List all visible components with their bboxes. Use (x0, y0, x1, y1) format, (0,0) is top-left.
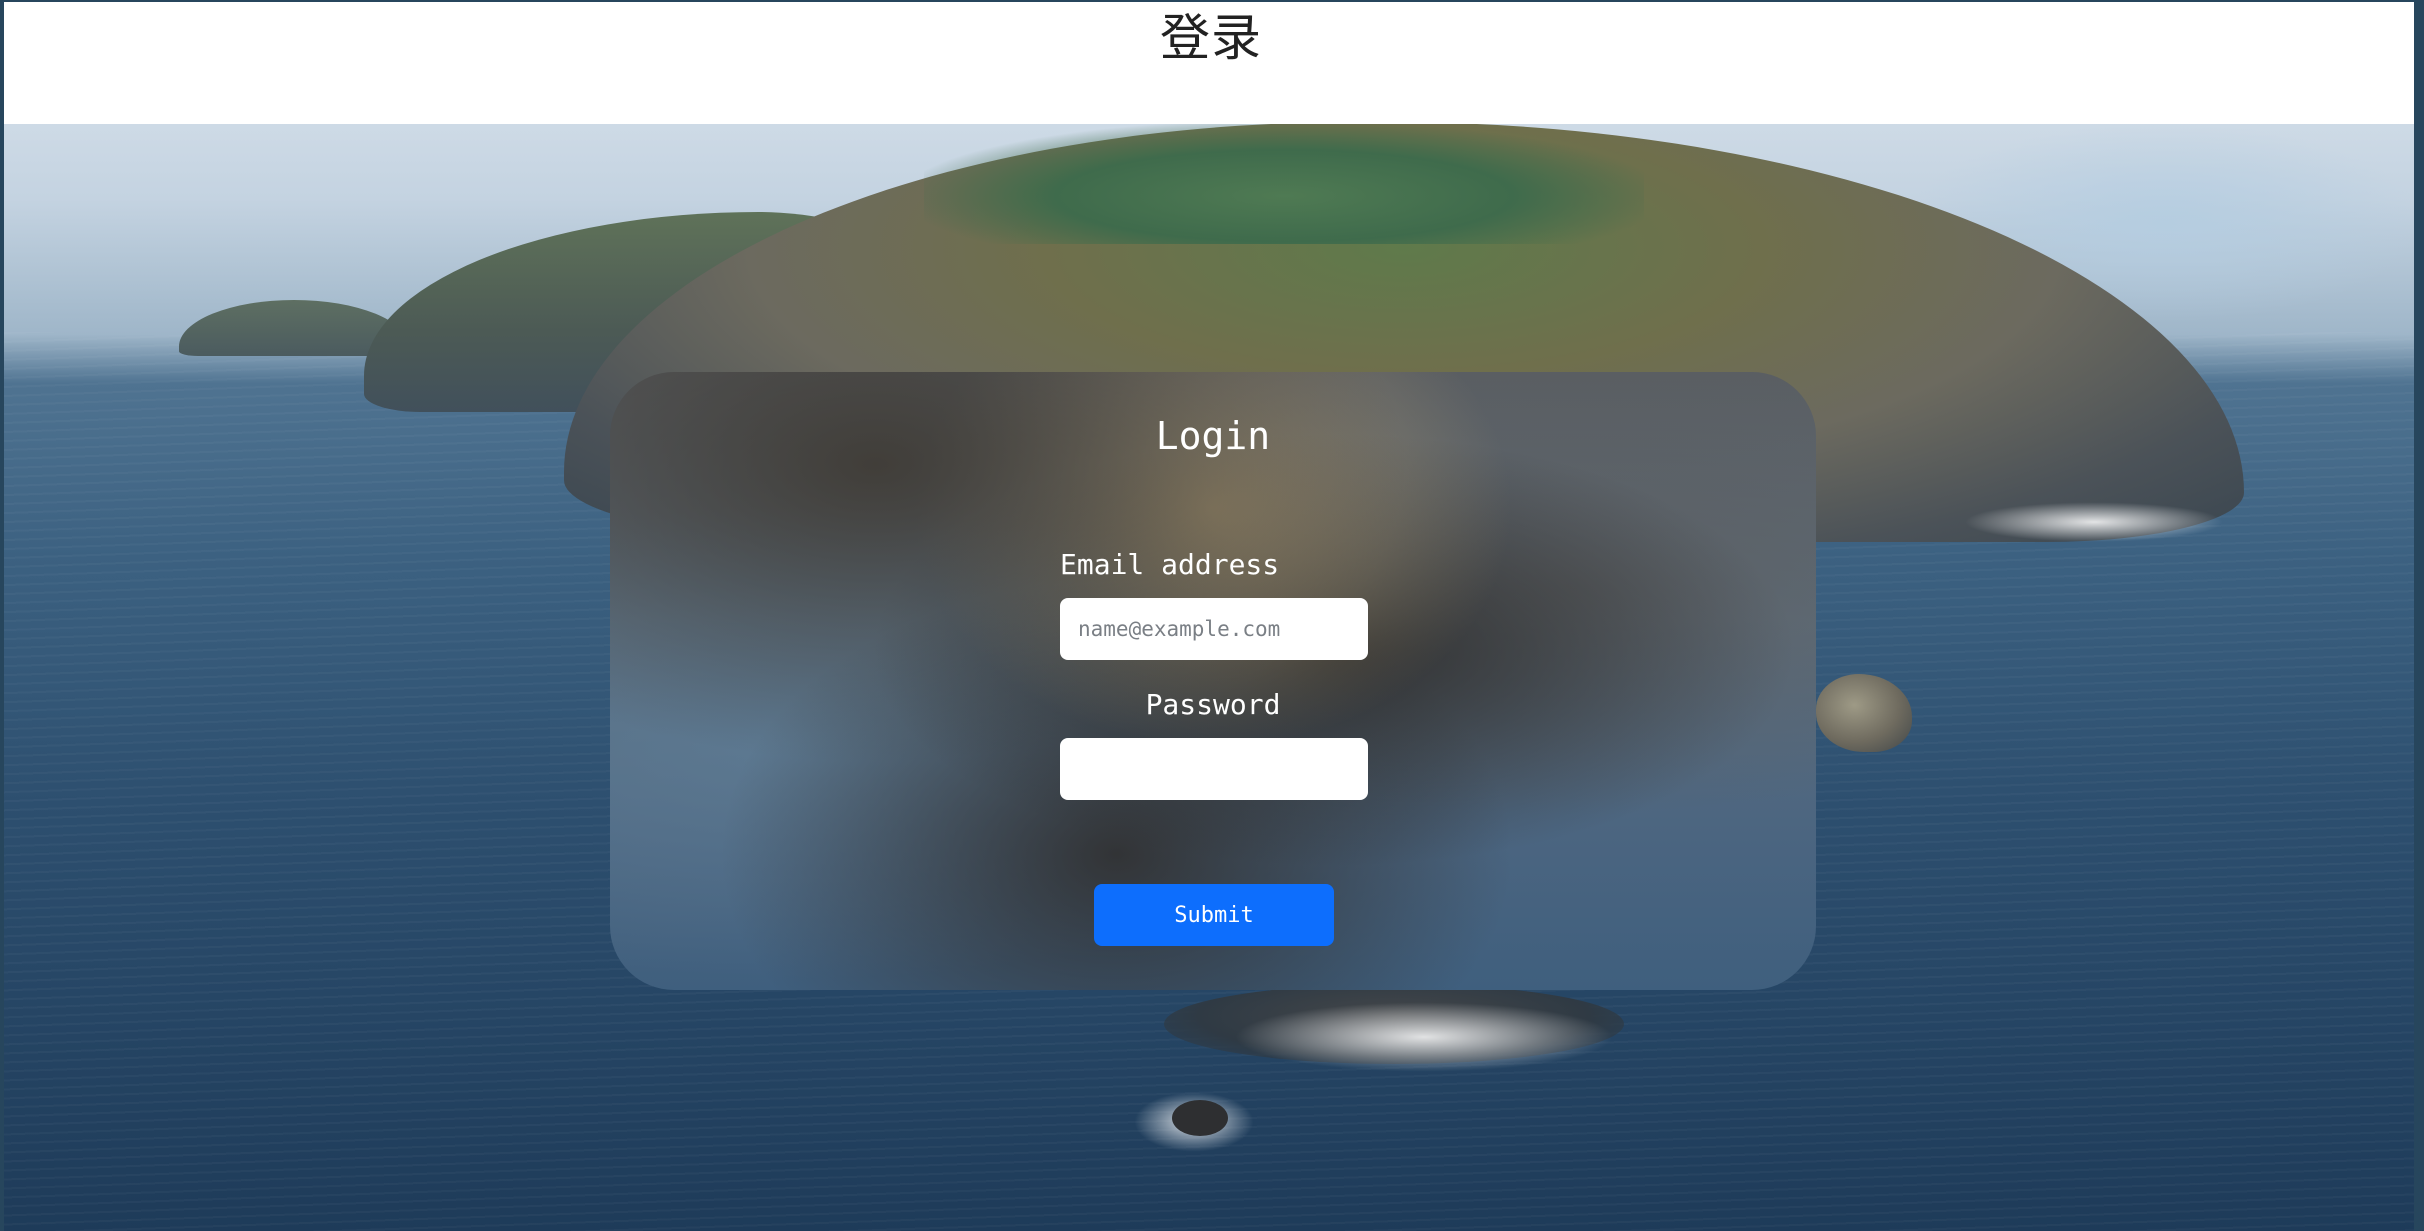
password-input[interactable] (1060, 738, 1368, 800)
password-label: Password (1145, 688, 1281, 721)
small-rock (1172, 1100, 1228, 1136)
email-label: Email address (1060, 548, 1280, 581)
top-header: 登录 (4, 2, 2418, 124)
window-edge (2414, 2, 2424, 1231)
wave-foam (1234, 1002, 1614, 1072)
login-page: 登录 Login Email address Password Submit (0, 0, 2424, 1231)
page-title: 登录 (1160, 9, 1262, 67)
wave-foam (1964, 502, 2224, 542)
login-form-card: Login Email address Password Submit (610, 372, 1816, 990)
submit-button[interactable]: Submit (1094, 884, 1334, 946)
email-input[interactable] (1060, 598, 1368, 660)
island-peak (924, 124, 1644, 244)
login-heading: Login (1155, 414, 1271, 458)
